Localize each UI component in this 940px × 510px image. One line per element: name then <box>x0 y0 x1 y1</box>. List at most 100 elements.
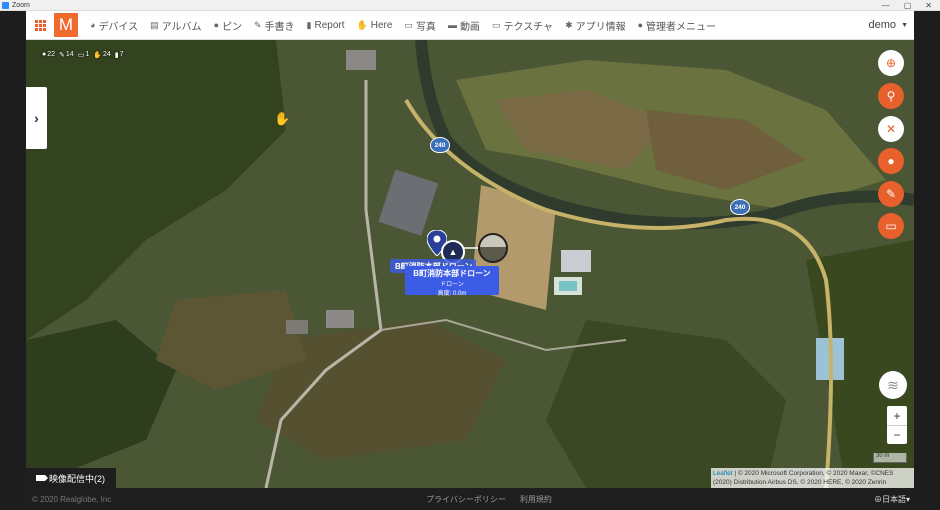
nav-item-pin[interactable]: ● ピン <box>208 11 248 40</box>
share-screen-button[interactable]: ▭ <box>878 213 904 239</box>
texture-icon: ▭ <box>491 19 501 30</box>
nav-item-label: アプリ情報 <box>575 21 626 33</box>
nav-item-label: 管理者メニュー <box>646 21 717 33</box>
drone-label-altitude: 高度: 0.0m <box>437 291 467 297</box>
app-logo[interactable]: M <box>54 13 78 37</box>
minimize-button[interactable]: — <box>882 1 890 10</box>
zoom-control: + − <box>887 406 907 444</box>
close-window-button[interactable]: ✕ <box>925 1 932 10</box>
map-view[interactable]: ● 22 ✎ 14 ▭ 1 ✋ 24 ▮ 7 › ✋ 240 240 ▲ B町消防本部ドロ… <box>26 40 914 488</box>
video-icon: ▬ <box>447 20 457 30</box>
sidebar-toggle-button[interactable]: › <box>26 87 47 149</box>
layers-button[interactable]: ≋ <box>879 371 907 399</box>
privacy-link[interactable]: プライバシーポリシー <box>426 494 506 505</box>
nav-item-device[interactable]: ◕ デバイス <box>84 11 144 40</box>
report-count: ▮ 7 <box>114 51 124 59</box>
nav-item-video[interactable]: ▬ 動画 <box>442 11 486 40</box>
nav-item-texture[interactable]: ▭ テクスチャ <box>486 11 559 40</box>
window-controls: — ▢ ✕ <box>882 1 940 10</box>
nav-item-label: Here <box>370 19 393 31</box>
crosshair-icon: ⊕ <box>885 56 897 70</box>
drone-label[interactable]: B町消防本部ドローン ドローン 高度: 0.0m <box>405 266 499 297</box>
nav-item-album[interactable]: ▤ アルバム <box>144 11 207 40</box>
admin-icon: ● <box>637 20 644 30</box>
top-nav: M ◕ デバイス ▤ アルバム ● ピン ✎ 手書き ▮ Report ✋ Here ▭ 写真 ▬ 動画 ▭ テク… <box>26 11 914 40</box>
footer-links: プライバシーポリシー 利用規約 <box>426 494 552 505</box>
nav-item-admin[interactable]: ● 管理者メニュー <box>632 11 722 40</box>
map-attribution: Leaflet | © 2020 Microsoft Corporation, … <box>711 468 914 488</box>
layers-icon: ≋ <box>887 376 899 393</box>
video-thumbnail-marker[interactable] <box>478 233 508 263</box>
zoom-in-button[interactable]: + <box>887 406 907 425</box>
apps-grid-button[interactable] <box>26 11 54 40</box>
search-button[interactable]: ⚲ <box>878 83 904 109</box>
here-icon: ✋ <box>93 52 102 59</box>
pen-icon: ✎ <box>59 52 65 59</box>
nav-item-label: テクスチャ <box>503 21 554 33</box>
language-selector[interactable]: ⊕日本語▾ <box>874 494 914 505</box>
nav-item-label: デバイス <box>98 21 139 33</box>
footer: © 2020 Realglobe, Inc プライバシーポリシー 利用規約 ⊕日… <box>26 488 914 510</box>
nav-item-label: 手書き <box>264 21 295 33</box>
pin-icon: ● <box>887 154 895 168</box>
pin-count: ● 22 <box>42 51 56 58</box>
drone-label-title: B町消防本部ドローン <box>413 269 491 278</box>
window-title: Zoom <box>12 1 30 9</box>
device-icon: ▭ <box>77 52 85 59</box>
hand-cursor-icon: ✋ <box>274 111 291 126</box>
scale-bar: 30 m <box>873 453 907 463</box>
zoom-out-button[interactable]: − <box>887 425 907 444</box>
nav-item-app-info[interactable]: ✱ アプリ情報 <box>559 11 632 40</box>
nav-item-label: ピン <box>222 21 242 33</box>
add-pin-button[interactable]: ● <box>878 148 904 174</box>
nav-item-here[interactable]: ✋ Here <box>351 11 399 40</box>
maximize-button[interactable]: ▢ <box>904 1 912 10</box>
video-camera-icon <box>36 475 48 481</box>
locate-button[interactable]: ⊕ <box>878 50 904 76</box>
object-counts: ● 22 ✎ 14 ▭ 1 ✋ 24 ▮ 7 <box>42 51 124 59</box>
route-sign: 240 <box>430 137 450 153</box>
frame-right <box>914 11 940 510</box>
pin-icon: ● <box>42 51 47 58</box>
device-count: ▭ 1 <box>77 51 90 59</box>
drone-icon: ▲ <box>448 247 458 257</box>
window-titlebar: Zoom — ▢ ✕ <box>0 0 940 11</box>
chevron-down-icon: ▼ <box>901 21 908 29</box>
pin-icon: ● <box>213 20 219 30</box>
here-icon: ✋ <box>356 19 368 30</box>
nav-item-pen[interactable]: ✎ 手書き <box>248 11 301 40</box>
close-button[interactable]: ✕ <box>878 116 904 142</box>
app-window: Zoom — ▢ ✕ M ◕ デバイス ▤ アルバム ● ピン ✎ 手書き ▮ Report ✋ He… <box>0 0 940 510</box>
user-menu[interactable]: demo ▼ <box>869 19 914 31</box>
grid-icon <box>34 19 46 31</box>
nav-item-label: Report <box>314 19 345 31</box>
brush-icon: ✎ <box>885 187 897 201</box>
zoom-app-icon <box>2 1 9 9</box>
terms-link[interactable]: 利用規約 <box>520 494 552 505</box>
close-icon: ✕ <box>885 122 897 136</box>
frame-left <box>0 11 26 510</box>
nav-item-label: 動画 <box>459 21 480 33</box>
nav-items: ◕ デバイス ▤ アルバム ● ピン ✎ 手書き ▮ Report ✋ Here ▭ 写真 ▬ 動画 ▭ テクスチ… <box>84 11 722 40</box>
photo-icon: ▭ <box>404 19 413 30</box>
device-icon: ◕ <box>90 20 96 30</box>
app-info-icon: ✱ <box>565 19 573 30</box>
user-name: demo <box>868 19 897 31</box>
leaflet-link[interactable]: Leaflet <box>713 470 733 477</box>
attribution-text: | © 2020 Microsoft Corporation, © 2020 M… <box>713 470 894 486</box>
report-icon: ▮ <box>306 19 312 30</box>
album-icon: ▤ <box>150 19 159 30</box>
pen-icon: ✎ <box>254 19 262 30</box>
chevron-right-icon: › <box>34 110 39 126</box>
screen-icon: ▭ <box>885 219 897 233</box>
nav-item-photo[interactable]: ▭ 写真 <box>398 11 442 40</box>
search-icon: ⚲ <box>886 89 896 103</box>
streaming-label: 映像配信中(2) <box>49 473 105 484</box>
nav-item-label: アルバム <box>161 21 202 33</box>
nav-item-report[interactable]: ▮ Report <box>301 11 351 40</box>
route-sign: 240 <box>730 199 750 215</box>
draw-button[interactable]: ✎ <box>878 181 904 207</box>
streaming-indicator[interactable]: 映像配信中(2) <box>26 468 116 488</box>
drawing-count: ✎ 14 <box>59 51 74 59</box>
here-count: ✋ 24 <box>93 51 111 59</box>
